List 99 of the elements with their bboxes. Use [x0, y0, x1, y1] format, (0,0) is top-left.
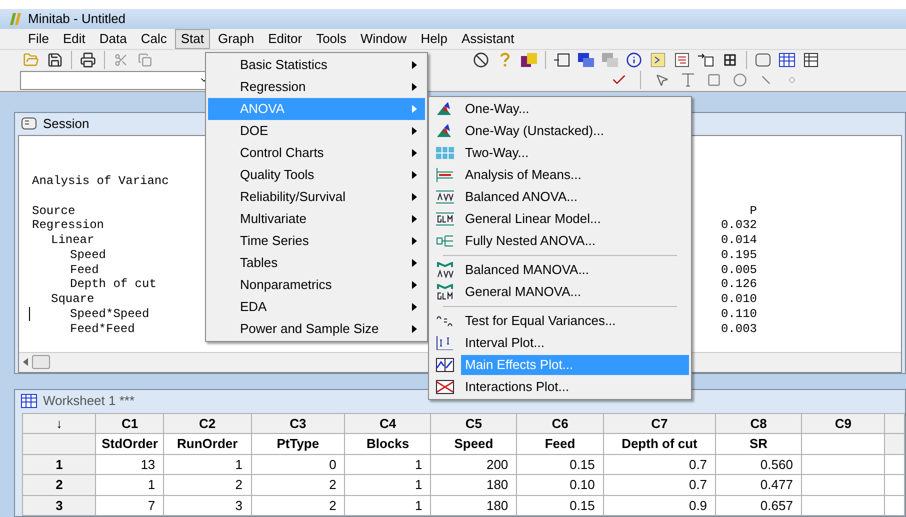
- menu-item[interactable]: Regression: [208, 76, 425, 98]
- column-id: C6: [516, 413, 604, 434]
- table-cell: 1: [344, 454, 431, 474]
- menu-item[interactable]: Quality Tools: [208, 164, 425, 186]
- session-text: 0.010: [720, 292, 757, 308]
- window-title: Minitab - Untitled: [28, 10, 126, 28]
- menu-item[interactable]: Multivariate: [208, 208, 425, 230]
- menu-bar-item[interactable]: Help: [414, 28, 454, 49]
- table-cell: 0.15: [516, 495, 604, 516]
- column-name[interactable]: StdOrder: [96, 434, 164, 454]
- table-cell: 0.15: [516, 454, 604, 474]
- session-text: 0.014: [720, 233, 757, 248]
- column-id: C5: [430, 413, 517, 434]
- menu-bar-item[interactable]: Edit: [56, 28, 92, 49]
- menu-item[interactable]: Nonparametrics: [208, 274, 425, 296]
- table-cell: 1: [164, 454, 252, 474]
- worksheet-title: Worksheet 1 ***: [43, 392, 135, 410]
- session-text: Square: [51, 292, 94, 308]
- column-name[interactable]: Depth of cut: [603, 434, 716, 454]
- table-cell: 3: [164, 495, 252, 516]
- menu-item[interactable]: One-Way...: [461, 99, 689, 119]
- table-cell: 2: [164, 474, 252, 495]
- menu-item[interactable]: Balanced MANOVA...: [461, 260, 689, 280]
- row-number: 2: [22, 474, 96, 495]
- menu-item[interactable]: Tables: [208, 252, 425, 274]
- table-cell: 180: [430, 474, 517, 495]
- menu-item[interactable]: Reliability/Survival: [208, 186, 425, 208]
- menu-bar-item[interactable]: Calc: [134, 28, 173, 49]
- menu-item[interactable]: Power and Sample Size: [208, 318, 425, 340]
- menu-item[interactable]: General MANOVA...: [461, 282, 689, 302]
- menu-item[interactable]: Interactions Plot...: [461, 377, 689, 397]
- column-name[interactable]: Feed: [516, 434, 604, 454]
- session-text: Speed: [70, 248, 106, 263]
- menu-item[interactable]: Two-Way...: [461, 143, 689, 163]
- column-id: C4: [344, 413, 431, 434]
- column-id: C7: [603, 413, 716, 434]
- menu-item[interactable]: General Linear Model...: [461, 209, 689, 229]
- session-text: Feed*Feed: [70, 322, 135, 337]
- menu-bar-item[interactable]: Data: [93, 28, 133, 49]
- column-id: C8: [716, 413, 802, 434]
- session-text: Linear: [51, 233, 94, 248]
- session-text: 0.005: [720, 262, 757, 278]
- row-number: 3: [22, 495, 96, 516]
- table-cell: 0.7: [603, 454, 716, 474]
- menu-item[interactable]: Time Series: [208, 230, 425, 252]
- table-cell: 0.9: [603, 495, 716, 516]
- table-cell: 0.7: [603, 474, 716, 495]
- session-text: 0.032: [720, 218, 757, 234]
- menu-bar-item[interactable]: Editor: [262, 28, 308, 49]
- session-text: 0.126: [720, 277, 757, 292]
- session-text: 0.003: [720, 322, 757, 337]
- table-cell: 1: [344, 495, 431, 516]
- session-text: Speed*Speed: [70, 307, 150, 322]
- session-text: 0.195: [720, 248, 757, 263]
- column-name[interactable]: PtType: [251, 434, 345, 454]
- menu-item[interactable]: Interval Plot...: [461, 333, 689, 353]
- session-text: Regression: [32, 218, 104, 234]
- menu-bar-item[interactable]: Tools: [310, 28, 352, 49]
- table-cell: 2: [251, 474, 345, 495]
- column-id: C3: [251, 413, 345, 434]
- menu-item[interactable]: Control Charts: [208, 142, 425, 164]
- row-number: 1: [22, 454, 96, 474]
- menu-item[interactable]: Balanced ANOVA...: [461, 187, 689, 207]
- menu-bar-item[interactable]: Graph: [212, 28, 260, 49]
- table-cell: 180: [430, 495, 517, 516]
- menu-item[interactable]: One-Way (Unstacked)...: [461, 121, 689, 141]
- menu-bar-item[interactable]: Window: [354, 28, 413, 49]
- column-name[interactable]: Speed: [430, 434, 517, 454]
- table-cell: 200: [430, 454, 517, 474]
- menu-item[interactable]: Basic Statistics: [208, 54, 425, 76]
- table-cell: 7: [96, 495, 164, 516]
- table-cell: 2: [251, 495, 345, 516]
- column-name[interactable]: RunOrder: [164, 434, 252, 454]
- menu-bar-item[interactable]: File: [22, 28, 55, 49]
- column-id: C2: [164, 413, 252, 434]
- menu-bar-item[interactable]: Stat: [174, 28, 210, 49]
- column-name[interactable]: SR: [716, 434, 802, 454]
- session-text: 0.110: [720, 307, 757, 322]
- menu-item[interactable]: EDA: [208, 296, 425, 318]
- table-cell: 1: [96, 474, 164, 495]
- menu-bar-item[interactable]: Assistant: [455, 28, 520, 49]
- menu-item[interactable]: Test for Equal Variances...: [461, 311, 689, 331]
- session-text: Feed: [70, 262, 99, 278]
- table-cell: 1: [344, 474, 431, 495]
- table-cell: 0.477: [716, 474, 802, 495]
- session-text: Analysis of Varianc: [32, 174, 169, 188]
- table-cell: 0.657: [716, 495, 802, 516]
- table-cell: 13: [96, 454, 164, 474]
- table-cell: 0.10: [516, 474, 604, 495]
- corner-cell[interactable]: ↓: [22, 413, 96, 434]
- table-cell: 0.560: [716, 454, 802, 474]
- session-text: P: [748, 204, 757, 218]
- session-title: Session: [43, 114, 90, 133]
- menu-item[interactable]: Fully Nested ANOVA...: [461, 231, 689, 251]
- session-text: Depth of cut: [70, 277, 156, 292]
- column-name[interactable]: Blocks: [344, 434, 431, 454]
- menu-item[interactable]: Analysis of Means...: [461, 165, 689, 185]
- table-cell: 0: [251, 454, 345, 474]
- menu-item[interactable]: DOE: [208, 120, 425, 142]
